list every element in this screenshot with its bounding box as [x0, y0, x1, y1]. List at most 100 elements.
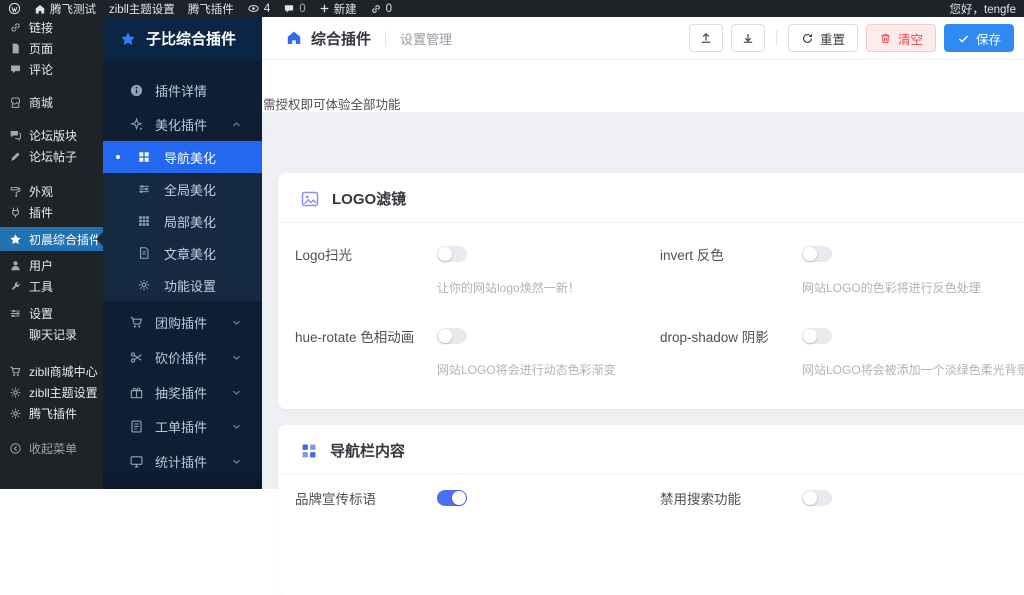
- disable-search-toggle[interactable]: [802, 490, 832, 506]
- plugin-submenu-beautify: 导航美化 全局美化 局部美化 文章美化 功能设置: [103, 141, 262, 301]
- main-header: 综合插件 设置管理 重置 清空 保存: [262, 17, 1024, 60]
- admin-bar-plugin[interactable]: 腾飞插件: [188, 1, 234, 17]
- sidebar-item-links[interactable]: 链接: [0, 17, 103, 38]
- plus-icon: [319, 3, 330, 14]
- admin-bar-views[interactable]: 4: [247, 2, 270, 15]
- sidebar-item-chat-log[interactable]: 聊天记录: [0, 324, 103, 345]
- submenu-item-partial-beautify[interactable]: 局部美化: [103, 205, 262, 237]
- field-description: 网站LOGO将会被添加一个淡绿色柔光背景: [802, 361, 1024, 378]
- grid-small-icon: [137, 214, 151, 228]
- comment-icon: [283, 3, 295, 15]
- plugin-menu-detail[interactable]: 插件详情: [103, 78, 262, 102]
- field-brand-slogan: 品牌宣传标语: [295, 488, 660, 508]
- collapse-icon: [8, 442, 22, 456]
- plugin-menu-statistics[interactable]: 统计插件: [103, 448, 262, 474]
- wordpress-logo-icon[interactable]: [8, 2, 21, 15]
- sidebar-item-forum-posts[interactable]: 论坛帖子: [0, 146, 103, 167]
- trash-icon: [879, 32, 892, 45]
- admin-bar-new[interactable]: 新建: [319, 1, 357, 17]
- link-icon: [8, 21, 22, 35]
- breadcrumb-sub[interactable]: 设置管理: [400, 29, 452, 48]
- plugin-menu-lottery[interactable]: 抽奖插件: [103, 379, 262, 405]
- sidebar-item-settings[interactable]: 设置: [0, 303, 103, 324]
- info-icon: [129, 83, 144, 98]
- submenu-item-function-settings[interactable]: 功能设置: [103, 269, 262, 301]
- submenu-item-global-beautify[interactable]: 全局美化: [103, 173, 262, 205]
- field-label: hue-rotate 色相动画: [295, 326, 437, 346]
- document-icon: [137, 246, 151, 260]
- upload-icon: [699, 31, 713, 45]
- sidebar-item-zibll-theme[interactable]: zibll主题设置: [0, 382, 103, 403]
- field-logo-shine: Logo扫光 让你的网站logo焕然一新！: [295, 244, 660, 296]
- pencil-icon: [8, 150, 22, 164]
- field-description: 让你的网站logo焕然一新！: [437, 279, 660, 296]
- button-divider: [776, 30, 777, 46]
- link-icon: [370, 3, 382, 15]
- hue-rotate-toggle[interactable]: [437, 328, 467, 344]
- star-icon: [8, 232, 22, 246]
- invert-toggle[interactable]: [802, 246, 832, 262]
- gift-icon: [129, 385, 144, 400]
- chevron-down-icon: [231, 421, 242, 432]
- card-body: Logo扫光 让你的网站logo焕然一新！ invert 反色 网站LOGO的色…: [278, 223, 1024, 378]
- field-label: Logo扫光: [295, 244, 437, 264]
- card-navbar-content: 导航栏内容 品牌宣传标语 禁用搜索功能: [278, 425, 1024, 595]
- drop-shadow-toggle[interactable]: [802, 328, 832, 344]
- sidebar-item-tools[interactable]: 工具: [0, 276, 103, 297]
- admin-bar-comments[interactable]: 0: [283, 3, 305, 15]
- sidebar-item-appearance[interactable]: 外观: [0, 181, 103, 202]
- sliders-icon: [137, 182, 151, 196]
- bullet-dot: [116, 251, 120, 255]
- import-button[interactable]: [731, 24, 765, 52]
- save-button[interactable]: 保存: [944, 24, 1014, 52]
- submenu-item-article-beautify[interactable]: 文章美化: [103, 237, 262, 269]
- clear-button[interactable]: 清空: [866, 24, 936, 52]
- field-invert: invert 反色 网站LOGO的色彩将进行反色处理: [660, 244, 1024, 296]
- admin-bar-theme-settings[interactable]: zibll主题设置: [109, 1, 175, 17]
- sidebar-item-chuchen-plugin[interactable]: 初晨综合插件: [0, 227, 103, 251]
- sidebar-item-plugins[interactable]: 插件: [0, 202, 103, 223]
- export-button[interactable]: [689, 24, 723, 52]
- sidebar-item-tengfei-plugin[interactable]: 腾飞插件: [0, 403, 103, 424]
- card-logo-filter: LOGO滤镜 Logo扫光 让你的网站logo焕然一新！ invert 反色: [278, 173, 1024, 409]
- bullet-dot: [116, 283, 120, 287]
- bullet-dot: [116, 187, 120, 191]
- sidebar-item-zibll-store[interactable]: zibll商城中心: [0, 361, 103, 382]
- main-content: 综合插件 设置管理 重置 清空 保存 需授权即可体验全部: [262, 17, 1024, 489]
- card-body: 品牌宣传标语 禁用搜索功能: [278, 475, 1024, 508]
- plugin-menu-ticket[interactable]: 工单插件: [103, 413, 262, 439]
- active-dot: [116, 155, 120, 159]
- refresh-icon: [801, 32, 814, 45]
- home-icon: [286, 30, 302, 46]
- plugin-menu-groupbuy[interactable]: 团购插件: [103, 309, 262, 335]
- brand-slogan-toggle[interactable]: [437, 490, 467, 506]
- card-title: 导航栏内容: [330, 440, 405, 461]
- plugin-menu-bargain[interactable]: 砍价插件: [103, 344, 262, 370]
- plugin-sidebar-footer: [103, 473, 262, 489]
- image-icon: [300, 189, 320, 209]
- gear-icon: [8, 386, 22, 400]
- breadcrumb-divider: [385, 31, 386, 45]
- scissors-icon: [129, 350, 144, 365]
- sidebar-item-forum-sections[interactable]: 论坛版块: [0, 125, 103, 146]
- sidebar-item-comments[interactable]: 评论: [0, 59, 103, 80]
- logo-shine-toggle[interactable]: [437, 246, 467, 262]
- forum-icon: [8, 129, 22, 143]
- field-label: drop-shadow 阴影: [660, 326, 802, 346]
- admin-bar-site[interactable]: 腾飞测试: [34, 1, 96, 17]
- sidebar-item-store[interactable]: 商城: [0, 92, 103, 113]
- field-hue-rotate: hue-rotate 色相动画 网站LOGO将会进行动态色彩渐变: [295, 326, 660, 378]
- admin-bar: 腾飞测试 zibll主题设置 腾飞插件 4 0 新建 0 您好，tengfe: [0, 0, 1024, 17]
- wrench-icon: [8, 280, 22, 294]
- submenu-item-nav-beautify[interactable]: 导航美化: [103, 141, 262, 173]
- sidebar-item-pages[interactable]: 页面: [0, 38, 103, 59]
- admin-bar-updates[interactable]: 0: [370, 3, 392, 15]
- comment-icon: [8, 63, 22, 77]
- card-title: LOGO滤镜: [332, 188, 406, 209]
- admin-bar-greeting[interactable]: 您好，tengfe: [950, 1, 1016, 17]
- plugin-menu-beautify[interactable]: 美化插件: [103, 112, 262, 136]
- reset-button[interactable]: 重置: [788, 24, 858, 52]
- page-icon: [8, 42, 22, 56]
- sidebar-item-users[interactable]: 用户: [0, 255, 103, 276]
- sidebar-item-collapse-menu[interactable]: 收起菜单: [0, 438, 103, 459]
